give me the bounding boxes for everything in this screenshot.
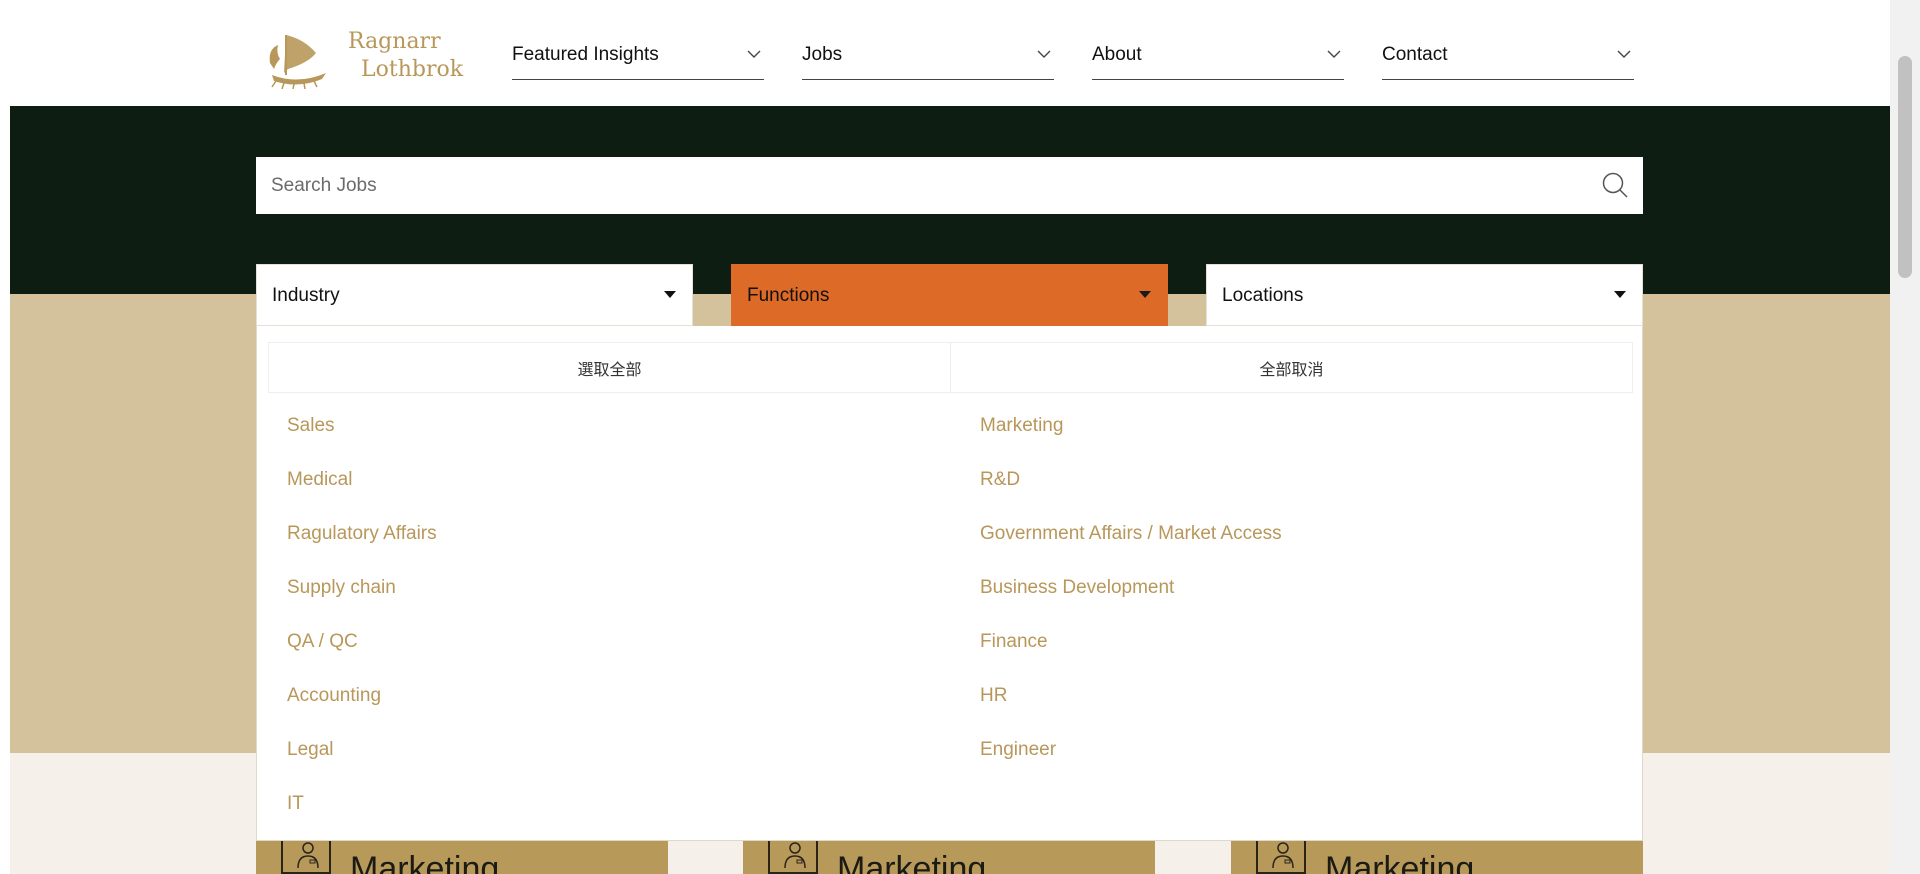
option-medical[interactable]: Medical bbox=[287, 469, 352, 491]
select-all-button[interactable]: 選取全部 bbox=[269, 343, 950, 392]
option-legal[interactable]: Legal bbox=[287, 739, 334, 761]
option-it[interactable]: IT bbox=[287, 793, 304, 815]
person-badge-icon bbox=[768, 840, 818, 874]
job-card[interactable]: Marketing bbox=[256, 840, 668, 874]
brand-line2: Lothbrok bbox=[361, 57, 464, 82]
viking-ship-logo-icon bbox=[269, 35, 326, 89]
caret-down-icon bbox=[1614, 291, 1626, 298]
deselect-all-button[interactable]: 全部取消 bbox=[950, 343, 1632, 392]
card-title: Marketing bbox=[1325, 850, 1475, 874]
caret-down-icon bbox=[664, 291, 676, 298]
brand-line1: Ragnarr bbox=[348, 29, 441, 54]
industry-label: Industry bbox=[272, 285, 340, 306]
option-government-affairs[interactable]: Government Affairs / Market Access bbox=[980, 523, 1282, 545]
scrollbar-thumb[interactable] bbox=[1898, 56, 1912, 278]
search-icon[interactable] bbox=[1601, 171, 1629, 199]
nav-featured-insights[interactable]: Featured Insights bbox=[512, 38, 764, 80]
site-header: Ragnarr Lothbrok Featured Insights Jobs … bbox=[0, 0, 1890, 106]
option-marketing[interactable]: Marketing bbox=[980, 415, 1063, 437]
card-title: Marketing bbox=[837, 850, 987, 874]
person-badge-icon bbox=[1256, 840, 1306, 874]
option-regulatory-affairs[interactable]: Ragulatory Affairs bbox=[287, 523, 437, 545]
locations-label: Locations bbox=[1222, 285, 1304, 306]
nav-contact[interactable]: Contact bbox=[1382, 38, 1634, 80]
locations-dropdown[interactable]: Locations bbox=[1206, 264, 1643, 326]
chevron-down-icon bbox=[747, 50, 761, 58]
nav-label: About bbox=[1092, 44, 1142, 65]
functions-label: Functions bbox=[747, 285, 830, 306]
option-engineer[interactable]: Engineer bbox=[980, 739, 1056, 761]
functions-dropdown[interactable]: Functions bbox=[731, 264, 1168, 326]
industry-dropdown[interactable]: Industry bbox=[256, 264, 693, 326]
brand-logo[interactable]: Ragnarr Lothbrok bbox=[264, 22, 463, 90]
option-rnd[interactable]: R&D bbox=[980, 469, 1020, 491]
person-badge-icon bbox=[281, 840, 331, 874]
nav-label: Jobs bbox=[802, 44, 843, 65]
card-title: Marketing bbox=[350, 850, 500, 874]
chevron-down-icon bbox=[1327, 50, 1341, 58]
option-qa-qc[interactable]: QA / QC bbox=[287, 631, 358, 653]
option-finance[interactable]: Finance bbox=[980, 631, 1048, 653]
option-supply-chain[interactable]: Supply chain bbox=[287, 577, 396, 599]
option-business-development[interactable]: Business Development bbox=[980, 577, 1174, 599]
job-card[interactable]: Marketing bbox=[743, 840, 1155, 874]
nav-jobs[interactable]: Jobs bbox=[802, 38, 1054, 80]
chevron-down-icon bbox=[1617, 50, 1631, 58]
chevron-down-icon bbox=[1037, 50, 1051, 58]
caret-down-icon bbox=[1139, 291, 1151, 298]
option-hr[interactable]: HR bbox=[980, 685, 1007, 707]
job-card[interactable]: Marketing bbox=[1231, 840, 1643, 874]
page-scrollbar[interactable] bbox=[1890, 0, 1920, 874]
panel-actions: 選取全部 全部取消 bbox=[268, 342, 1633, 393]
job-search-bar bbox=[256, 157, 1643, 214]
option-accounting[interactable]: Accounting bbox=[287, 685, 381, 707]
option-sales[interactable]: Sales bbox=[287, 415, 335, 437]
search-input[interactable] bbox=[256, 157, 1556, 214]
nav-label: Featured Insights bbox=[512, 44, 659, 65]
nav-about[interactable]: About bbox=[1092, 38, 1344, 80]
nav-label: Contact bbox=[1382, 44, 1448, 65]
functions-options-panel: 選取全部 全部取消 Sales Marketing Medical R&D Ra… bbox=[256, 326, 1643, 841]
